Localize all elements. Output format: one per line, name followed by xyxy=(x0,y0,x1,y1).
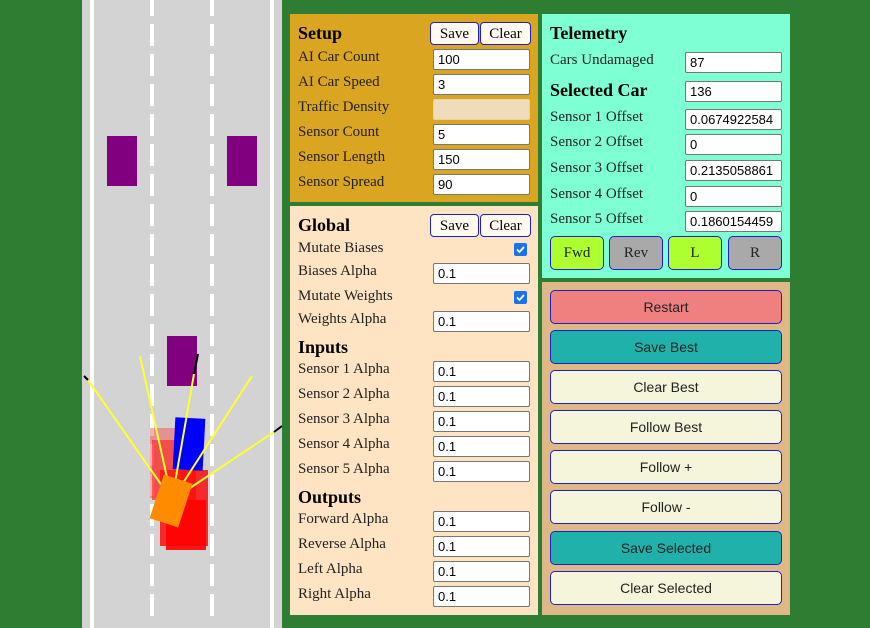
mutate-weights-label: Mutate Weights xyxy=(298,288,393,304)
clear-selected-button[interactable]: Clear Selected xyxy=(550,571,782,605)
sensor-3-alpha-label: Sensor 3 Alpha xyxy=(298,411,390,427)
biases-alpha-label: Biases Alpha xyxy=(298,263,377,279)
sensor-5-offset-label: Sensor 5 Offset xyxy=(550,211,644,227)
road-left-border xyxy=(90,0,94,628)
sensor-3-offset-value: 0.2135058861 xyxy=(685,160,782,181)
setup-title: Setup xyxy=(298,23,343,43)
forward-alpha-label: Forward Alpha xyxy=(298,511,389,527)
setup-save-button[interactable]: Save xyxy=(430,22,479,45)
sensor-3-alpha-input[interactable]: 0.1 xyxy=(433,411,530,432)
sensor-3-offset-label: Sensor 3 Offset xyxy=(550,160,644,176)
road-right-border xyxy=(270,0,274,628)
sensor-1-alpha-label: Sensor 1 Alpha xyxy=(298,361,390,377)
follow-prev-button[interactable]: Follow - xyxy=(550,490,782,524)
outputs-title: Outputs xyxy=(298,487,362,507)
sensor-2-offset-value: 0 xyxy=(685,134,782,155)
sensor-1-offset-label: Sensor 1 Offset xyxy=(550,109,644,125)
right-control-button[interactable]: R xyxy=(728,236,782,270)
cars-undamaged-label: Cars Undamaged xyxy=(550,52,654,68)
weights-alpha-label: Weights Alpha xyxy=(298,311,387,327)
sensor-1-alpha-input[interactable]: 0.1 xyxy=(433,361,530,382)
setup-clear-button[interactable]: Clear xyxy=(480,22,531,45)
inputs-title: Inputs xyxy=(298,337,349,357)
sensor-count-label: Sensor Count xyxy=(298,124,380,140)
sensor-2-alpha-label: Sensor 2 Alpha xyxy=(298,386,390,402)
mutate-weights-checkbox[interactable] xyxy=(514,291,527,304)
clear-best-button[interactable]: Clear Best xyxy=(550,370,782,404)
rev-control-button[interactable]: Rev xyxy=(609,236,663,270)
sensor-5-alpha-input[interactable]: 0.1 xyxy=(433,461,530,482)
traffic-density-input xyxy=(433,99,530,120)
selected-car-input[interactable]: 136 xyxy=(685,81,782,102)
sensor-4-alpha-label: Sensor 4 Alpha xyxy=(298,436,390,452)
follow-next-button[interactable]: Follow + xyxy=(550,450,782,484)
actions-panel: Restart Save Best Clear Best Follow Best… xyxy=(542,282,790,615)
mutate-biases-label: Mutate Biases xyxy=(298,240,384,256)
left-control-button[interactable]: L xyxy=(668,236,722,270)
sensor-4-offset-label: Sensor 4 Offset xyxy=(550,186,644,202)
right-alpha-input[interactable]: 0.1 xyxy=(433,586,530,607)
sensor-5-offset-value: 0.1860154459 xyxy=(685,211,782,232)
ai-car-count-label: AI Car Count xyxy=(298,49,380,65)
selected-car-label: Selected Car xyxy=(550,80,648,100)
sensor-length-input[interactable]: 150 xyxy=(433,149,530,170)
save-best-button[interactable]: Save Best xyxy=(550,330,782,364)
weights-alpha-input[interactable]: 0.1 xyxy=(433,311,530,332)
global-save-button[interactable]: Save xyxy=(430,214,479,237)
left-alpha-input[interactable]: 0.1 xyxy=(433,561,530,582)
sensor-spread-label: Sensor Spread xyxy=(298,174,385,190)
sensor-4-alpha-input[interactable]: 0.1 xyxy=(433,436,530,457)
ai-car-count-input[interactable]: 100 xyxy=(433,49,530,70)
road-canvas xyxy=(82,0,282,628)
telemetry-panel: Telemetry Cars Undamaged 87 Selected Car… xyxy=(542,14,790,278)
sensor-5-alpha-label: Sensor 5 Alpha xyxy=(298,461,390,477)
sensor-4-offset-value: 0 xyxy=(685,186,782,207)
fwd-control-button[interactable]: Fwd xyxy=(550,236,604,270)
global-title: Global xyxy=(298,215,351,235)
reverse-alpha-label: Reverse Alpha xyxy=(298,536,386,552)
follow-best-button[interactable]: Follow Best xyxy=(550,410,782,444)
ai-car-speed-label: AI Car Speed xyxy=(298,74,380,90)
sensor-length-label: Sensor Length xyxy=(298,149,386,165)
mutate-biases-checkbox[interactable] xyxy=(514,243,527,256)
forward-alpha-input[interactable]: 0.1 xyxy=(433,511,530,532)
sensor-2-offset-label: Sensor 2 Offset xyxy=(550,134,644,150)
traffic-density-label: Traffic Density xyxy=(298,99,390,115)
restart-button[interactable]: Restart xyxy=(550,290,782,324)
traffic-car xyxy=(227,136,257,186)
sensor-1-offset-value: 0.0674922584 xyxy=(685,109,782,130)
right-alpha-label: Right Alpha xyxy=(298,586,371,602)
sensor-count-input[interactable]: 5 xyxy=(433,124,530,145)
sensor-2-alpha-input[interactable]: 0.1 xyxy=(433,386,530,407)
cars-undamaged-value: 87 xyxy=(685,52,782,73)
global-panel: Global Save Clear Mutate Biases Biases A… xyxy=(290,206,538,615)
save-selected-button[interactable]: Save Selected xyxy=(550,531,782,565)
traffic-car xyxy=(107,136,137,186)
biases-alpha-input[interactable]: 0.1 xyxy=(433,263,530,284)
telemetry-title: Telemetry xyxy=(550,23,628,43)
global-clear-button[interactable]: Clear xyxy=(480,214,531,237)
ai-car-speed-input[interactable]: 3 xyxy=(433,74,530,95)
simulation-view xyxy=(83,0,282,628)
left-alpha-label: Left Alpha xyxy=(298,561,363,577)
sensor-spread-input[interactable]: 90 xyxy=(433,174,530,195)
reverse-alpha-input[interactable]: 0.1 xyxy=(433,536,530,557)
setup-panel: Setup Save Clear AI Car Count 100 AI Car… xyxy=(290,14,538,202)
